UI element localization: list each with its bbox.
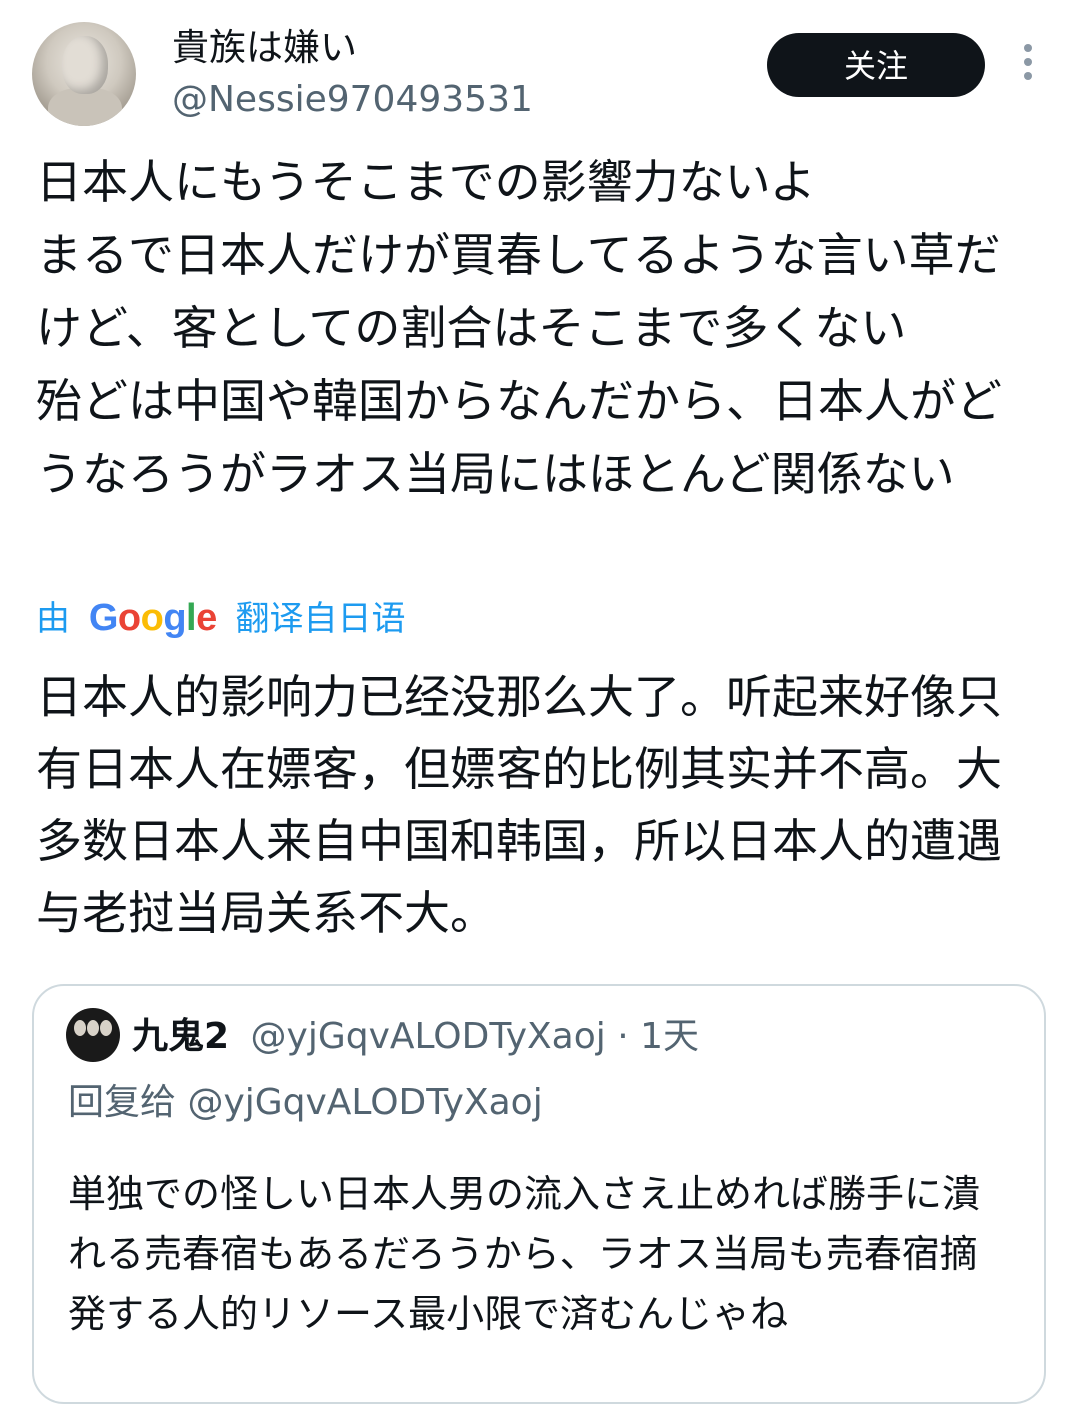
translation-prefix: 由 [36,599,70,639]
translation-attribution[interactable]: 由 Google 翻译自日语 [36,592,406,644]
author-avatar[interactable] [32,22,136,126]
author-handle[interactable]: @Nessie970493531 [172,78,533,122]
quoted-author-avatar [66,1008,120,1062]
quoted-author-row: 九鬼2 @yjGqvALODTyXaoj · 1天 [132,1012,699,1062]
quoted-reply-to: 回复给 @yjGqvALODTyXaoj [68,1082,543,1123]
translation-suffix: 翻译自日语 [235,599,406,639]
quoted-tweet-text: 単独での怪しい日本人男の流入さえ止めれば勝手に潰れる売春宿もあるだろうから、ラオ… [68,1172,981,1336]
author-display-name[interactable]: 貴族は嫌い [172,26,357,70]
avatar-bust-head [62,36,108,94]
quoted-author-name: 九鬼2 [132,1016,230,1057]
quoted-tweet-card[interactable]: 九鬼2 @yjGqvALODTyXaoj · 1天 回复给 @yjGqvALOD… [32,984,1046,1404]
translated-text: 日本人的影响力已经没那么大了。听起来好像只有日本人在嫖客，但嫖客的比例其实并不高… [36,670,1002,940]
follow-button[interactable]: 关注 [767,33,985,97]
quoted-author-meta: @yjGqvALODTyXaoj · 1天 [250,1016,700,1057]
tweet-text: 日本人にもうそこまでの影響力ないよ まるで日本人だけが買春してるような言い草だけ… [36,155,1002,501]
google-logo: Google [88,597,217,639]
tweet-header: 貴族は嫌い @Nessie970493531 关注 [0,0,1080,140]
more-vertical-icon[interactable] [1016,44,1040,88]
